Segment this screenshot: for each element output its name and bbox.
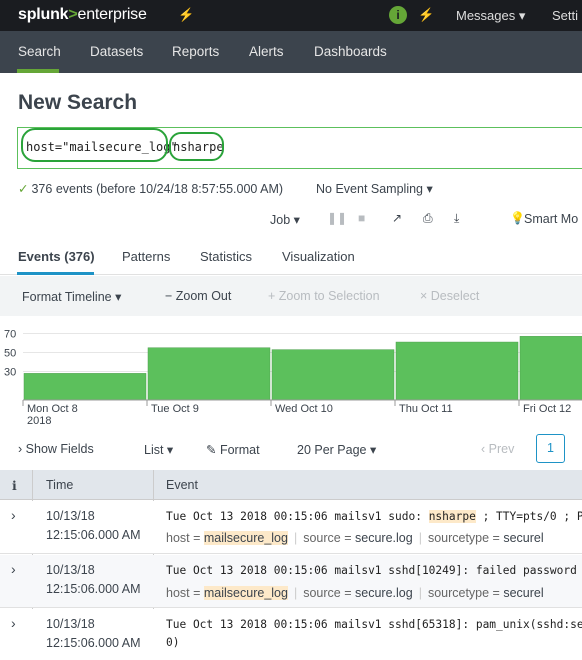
nav-tab-alerts[interactable]: Alerts xyxy=(249,44,284,59)
splunk-logo[interactable]: splunk>enterprise xyxy=(18,6,147,24)
timeline-bar[interactable] xyxy=(147,347,271,401)
settings-menu[interactable]: Setti xyxy=(552,8,578,23)
sourcetype-value[interactable]: securel xyxy=(503,586,543,600)
event-column-header: Event xyxy=(166,478,198,492)
nav-tab-datasets[interactable]: Datasets xyxy=(90,44,143,59)
event-text-continued: 0) xyxy=(166,636,180,649)
format-timeline-button[interactable]: Format Timeline ▾ xyxy=(22,289,121,304)
smart-mode-dropdown[interactable]: Smart Mo xyxy=(524,212,578,226)
table-header xyxy=(0,470,582,500)
stop-icon[interactable]: ■ xyxy=(358,211,365,225)
expand-row-icon[interactable]: › xyxy=(11,507,16,523)
nav-active-indicator xyxy=(17,69,59,73)
pause-icon[interactable]: ❚❚ xyxy=(327,211,347,225)
x-tick-label: Thu Oct 11 xyxy=(399,403,453,415)
smart-mode-icon: 💡 xyxy=(510,211,525,225)
event-time: 10/13/18 12:15:06.000 AM xyxy=(46,509,141,542)
annotation-oval-host xyxy=(21,128,168,162)
x-tick-label: Fri Oct 12 xyxy=(523,403,571,415)
nav-tab-search[interactable]: Search xyxy=(18,44,61,59)
page-1-button[interactable]: 1 xyxy=(536,434,565,463)
zoom-out-button[interactable]: − Zoom Out xyxy=(165,289,231,303)
event-text: Tue Oct 13 2018 00:15:06 mailsv1 sshd[65… xyxy=(166,618,582,631)
x-tick-label: Wed Oct 10 xyxy=(275,403,333,415)
messages-menu[interactable]: Messages ▾ xyxy=(456,8,525,24)
x-tick-label: Mon Oct 8 xyxy=(27,403,78,415)
check-icon: ✓ xyxy=(18,182,29,196)
x-tick-label: Tue Oct 9 xyxy=(151,403,199,415)
event-time: 10/13/18 12:15:06.000 AM xyxy=(46,563,141,596)
event-fields: host = mailsecure_log | source = secure.lo… xyxy=(166,531,544,545)
y-tick-label: 50 xyxy=(4,348,16,360)
x-year-label: 2018 xyxy=(27,415,51,426)
deselect-button[interactable]: × Deselect xyxy=(420,289,479,303)
search-term-highlight: nsharpe xyxy=(428,510,476,523)
tab-active-indicator xyxy=(17,272,94,275)
event-text: Tue Oct 13 2018 00:15:06 mailsv1 sudo: n… xyxy=(166,510,582,523)
event-time: 10/13/18 12:15:06.000 AM xyxy=(46,617,141,650)
tab-events[interactable]: Events (376) xyxy=(18,249,95,264)
expand-row-icon[interactable]: › xyxy=(11,561,16,577)
expand-row-icon[interactable]: › xyxy=(11,615,16,631)
time-column-header[interactable]: Time xyxy=(46,478,73,492)
event-text: Tue Oct 13 2018 00:15:06 mailsv1 sshd[10… xyxy=(166,564,582,577)
timeline-bar[interactable] xyxy=(23,373,147,401)
export-icon[interactable]: ⤓ xyxy=(454,211,459,226)
zoom-to-selection-button[interactable]: + Zoom to Selection xyxy=(268,289,380,303)
info-column-header: i xyxy=(12,478,17,493)
info-icon[interactable]: i xyxy=(389,6,407,24)
prev-page-button[interactable]: ‹ Prev xyxy=(481,442,514,456)
tab-patterns[interactable]: Patterns xyxy=(122,249,170,264)
source-value[interactable]: secure.log xyxy=(355,586,413,600)
event-sampling-dropdown[interactable]: No Event Sampling ▾ xyxy=(316,181,433,196)
host-value[interactable]: mailsecure_log xyxy=(203,531,288,545)
share-icon[interactable]: ↗ xyxy=(392,211,402,225)
activity-menu-icon[interactable]: ⚡ xyxy=(418,7,434,23)
app-nav-bar xyxy=(0,31,582,73)
timeline-bar[interactable] xyxy=(395,341,519,401)
sourcetype-value[interactable]: securel xyxy=(503,531,543,545)
source-value[interactable]: secure.log xyxy=(355,531,413,545)
show-fields-button[interactable]: › Show Fields xyxy=(18,442,94,456)
annotation-oval-term xyxy=(169,132,224,161)
pencil-icon: ✎ xyxy=(206,443,217,457)
per-page-dropdown[interactable]: 20 Per Page ▾ xyxy=(297,442,376,457)
timeline-chart[interactable]: 30 50 70 Mon Oct 8 Tue Oct 9 Wed Oct 10 Thu Oc… xyxy=(0,316,582,426)
chevron-right-icon: › xyxy=(18,442,23,456)
events-status: ✓ 376 events (before 10/24/18 8:57:55.000… xyxy=(18,182,284,196)
print-icon[interactable]: ⎙ xyxy=(423,211,433,226)
nav-tab-dashboards[interactable]: Dashboards xyxy=(314,44,387,59)
timeline-bar[interactable] xyxy=(271,349,395,401)
page-title: New Search xyxy=(18,91,138,114)
host-value[interactable]: mailsecure_log xyxy=(203,586,288,600)
event-fields: host = mailsecure_log | source = secure.lo… xyxy=(166,586,544,600)
nav-tab-reports[interactable]: Reports xyxy=(172,44,219,59)
activity-icon[interactable]: ⚡ xyxy=(178,7,194,23)
timeline-bar[interactable] xyxy=(519,336,582,401)
job-menu[interactable]: Job ▾ xyxy=(270,212,300,227)
list-view-dropdown[interactable]: List ▾ xyxy=(144,442,173,457)
tab-statistics[interactable]: Statistics xyxy=(200,249,252,264)
tab-visualization[interactable]: Visualization xyxy=(282,249,355,264)
format-button[interactable]: ✎ Format xyxy=(206,442,260,457)
y-tick-label: 30 xyxy=(4,367,16,379)
y-tick-label: 70 xyxy=(4,329,16,341)
